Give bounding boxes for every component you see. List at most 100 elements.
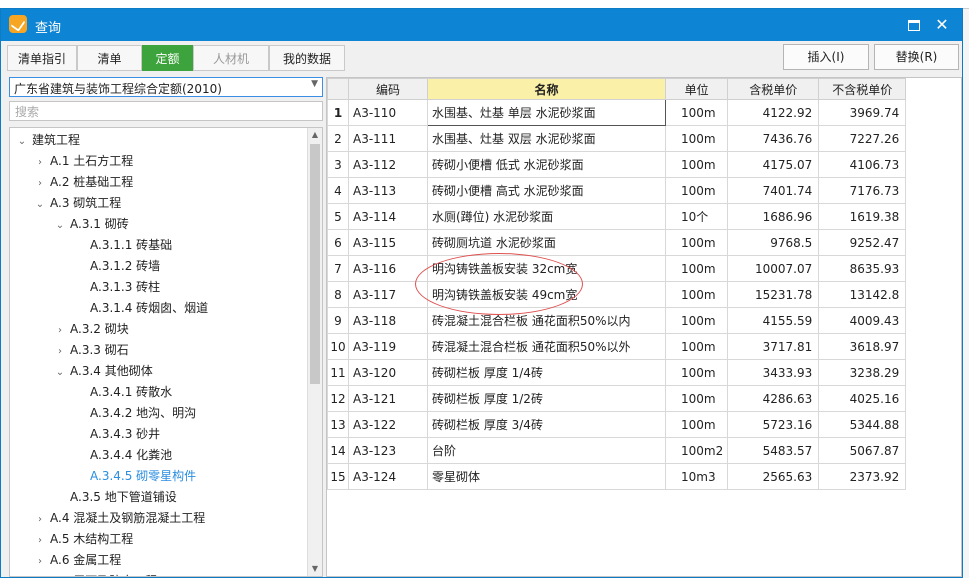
row-code[interactable]: A3-119 xyxy=(348,333,428,360)
search-input[interactable] xyxy=(13,103,317,121)
row-tax-price[interactable]: 10007.07 xyxy=(727,255,820,282)
row-code[interactable]: A3-112 xyxy=(348,151,428,178)
row-tax-price[interactable]: 7401.74 xyxy=(727,177,820,204)
table-row[interactable]: 6 A3-115 砖砌厕坑道 水泥砂浆面 100m 9768.5 9252.47 xyxy=(327,229,907,256)
row-code[interactable]: A3-113 xyxy=(348,177,428,204)
row-notax-price[interactable]: 3618.97 xyxy=(818,333,907,360)
chevron-right-icon[interactable]: › xyxy=(34,572,46,576)
row-code[interactable]: A3-111 xyxy=(348,125,428,152)
chevron-right-icon[interactable]: › xyxy=(54,341,66,362)
row-code[interactable]: A3-116 xyxy=(348,255,428,282)
row-notax-price[interactable]: 7227.26 xyxy=(818,125,907,152)
tree-item[interactable]: ⌄ A.3.4 其他砌体 xyxy=(54,361,153,382)
row-tax-price[interactable]: 4122.92 xyxy=(727,99,820,126)
row-code[interactable]: A3-115 xyxy=(348,229,428,256)
tree-item[interactable]: A.3.4.4 化粪池 xyxy=(74,445,172,466)
row-unit[interactable]: 10个 xyxy=(664,203,729,230)
row-unit[interactable]: 100m2 xyxy=(664,437,729,464)
scroll-down-icon[interactable]: ▼ xyxy=(308,562,322,576)
chevron-right-icon[interactable]: › xyxy=(34,152,46,173)
row-name[interactable]: 砖砌小便槽 高式 水泥砂浆面 xyxy=(427,177,666,204)
insert-button[interactable]: 插入(I) xyxy=(783,44,869,70)
quota-library-select[interactable]: 广东省建筑与装饰工程综合定额(2010) ▼ xyxy=(9,77,323,97)
row-tax-price[interactable]: 4175.07 xyxy=(727,151,820,178)
tree-item[interactable]: A.3.4.2 地沟、明沟 xyxy=(74,403,196,424)
row-code[interactable]: A3-117 xyxy=(348,281,428,308)
tab-list-guide[interactable]: 清单指引 xyxy=(7,45,77,71)
row-index[interactable]: 10 xyxy=(327,333,349,360)
row-notax-price[interactable]: 4009.43 xyxy=(818,307,907,334)
row-tax-price[interactable]: 5483.57 xyxy=(727,437,820,464)
row-notax-price[interactable]: 3969.74 xyxy=(818,99,907,126)
row-name[interactable]: 水围基、灶基 双层 水泥砂浆面 xyxy=(427,125,666,152)
tree-item[interactable]: › A.6 金属工程 xyxy=(34,550,121,571)
header-name[interactable]: 名称 xyxy=(427,78,666,100)
row-code[interactable]: A3-122 xyxy=(348,411,428,438)
row-code[interactable]: A3-121 xyxy=(348,385,428,412)
row-index[interactable]: 9 xyxy=(327,307,349,334)
tab-list[interactable]: 清单 xyxy=(77,45,142,71)
row-unit[interactable]: 10m3 xyxy=(664,463,729,490)
chevron-down-icon[interactable]: ⌄ xyxy=(34,194,46,215)
row-name[interactable]: 砖砌栏板 厚度 1/2砖 xyxy=(427,385,666,412)
row-index[interactable]: 11 xyxy=(327,359,349,386)
row-unit[interactable]: 100m xyxy=(664,255,729,282)
row-index[interactable]: 6 xyxy=(327,229,349,256)
row-notax-price[interactable]: 5344.88 xyxy=(818,411,907,438)
row-notax-price[interactable]: 3238.29 xyxy=(818,359,907,386)
row-notax-price[interactable]: 4025.16 xyxy=(818,385,907,412)
row-tax-price[interactable]: 9768.5 xyxy=(727,229,820,256)
chevron-down-icon[interactable]: ⌄ xyxy=(16,131,28,152)
row-index[interactable]: 1 xyxy=(327,99,349,126)
chevron-right-icon[interactable]: › xyxy=(34,509,46,530)
search-box[interactable] xyxy=(9,101,323,121)
row-index[interactable]: 2 xyxy=(327,125,349,152)
row-unit[interactable]: 100m xyxy=(664,229,729,256)
row-index[interactable]: 7 xyxy=(327,255,349,282)
tab-my-data[interactable]: 我的数据 xyxy=(269,45,345,71)
tree-item[interactable]: › A.1 土石方工程 xyxy=(34,151,133,172)
row-tax-price[interactable]: 15231.78 xyxy=(727,281,820,308)
tree-item[interactable]: A.3.1.2 砖墙 xyxy=(74,256,160,277)
header-notax-price[interactable]: 不含税单价 xyxy=(818,78,907,100)
tab-labor-material[interactable]: 人材机 xyxy=(193,45,269,71)
replace-button[interactable]: 替换(R) xyxy=(874,44,959,70)
chevron-down-icon[interactable]: ⌄ xyxy=(54,362,66,383)
row-unit[interactable]: 100m xyxy=(664,359,729,386)
row-code[interactable]: A3-110 xyxy=(348,99,428,126)
header-unit[interactable]: 单位 xyxy=(664,78,729,100)
tree-item[interactable]: › A.5 木结构工程 xyxy=(34,529,133,550)
row-index[interactable]: 3 xyxy=(327,151,349,178)
tree-item[interactable]: A.3.4.3 砂井 xyxy=(74,424,160,445)
row-name[interactable]: 明沟铸铁盖板安装 49cm宽 xyxy=(427,281,666,308)
row-name[interactable]: 砖砌小便槽 低式 水泥砂浆面 xyxy=(427,151,666,178)
tree-item[interactable]: A.3.1.3 砖柱 xyxy=(74,277,160,298)
tree-item[interactable]: › A.3.3 砌石 xyxy=(54,340,129,361)
row-unit[interactable]: 100m xyxy=(664,177,729,204)
chevron-right-icon[interactable]: › xyxy=(34,530,46,551)
row-notax-price[interactable]: 13142.8 xyxy=(818,281,907,308)
row-index[interactable]: 13 xyxy=(327,411,349,438)
row-index[interactable]: 5 xyxy=(327,203,349,230)
tree-item[interactable]: A.3.1.1 砖基础 xyxy=(74,235,172,256)
row-index[interactable]: 4 xyxy=(327,177,349,204)
scroll-thumb[interactable] xyxy=(310,144,320,384)
row-tax-price[interactable]: 3717.81 xyxy=(727,333,820,360)
chevron-down-icon[interactable]: ⌄ xyxy=(54,215,66,236)
table-row[interactable]: 7 A3-116 明沟铸铁盖板安装 32cm宽 100m 10007.07 8635.93 xyxy=(327,255,907,282)
row-notax-price[interactable]: 4106.73 xyxy=(818,151,907,178)
row-unit[interactable]: 100m xyxy=(664,385,729,412)
tree-scrollbar[interactable]: ▲ ▼ xyxy=(307,128,322,576)
row-code[interactable]: A3-118 xyxy=(348,307,428,334)
row-unit[interactable]: 100m xyxy=(664,411,729,438)
row-unit[interactable]: 100m xyxy=(664,333,729,360)
tree-item[interactable]: ⌄ A.3.1 砌砖 xyxy=(54,214,129,235)
header-tax-price[interactable]: 含税单价 xyxy=(727,78,820,100)
row-unit[interactable]: 100m xyxy=(664,307,729,334)
chevron-right-icon[interactable]: › xyxy=(34,551,46,572)
row-name[interactable]: 砖混凝土混合栏板 通花面积50%以外 xyxy=(427,333,666,360)
row-name[interactable]: 水围基、灶基 单层 水泥砂浆面 xyxy=(427,99,666,126)
tree-item[interactable]: A.3.1.4 砖烟囱、烟道 xyxy=(74,298,208,319)
row-unit[interactable]: 100m xyxy=(664,99,729,126)
tree-item[interactable]: › A.3.2 砌块 xyxy=(54,319,129,340)
